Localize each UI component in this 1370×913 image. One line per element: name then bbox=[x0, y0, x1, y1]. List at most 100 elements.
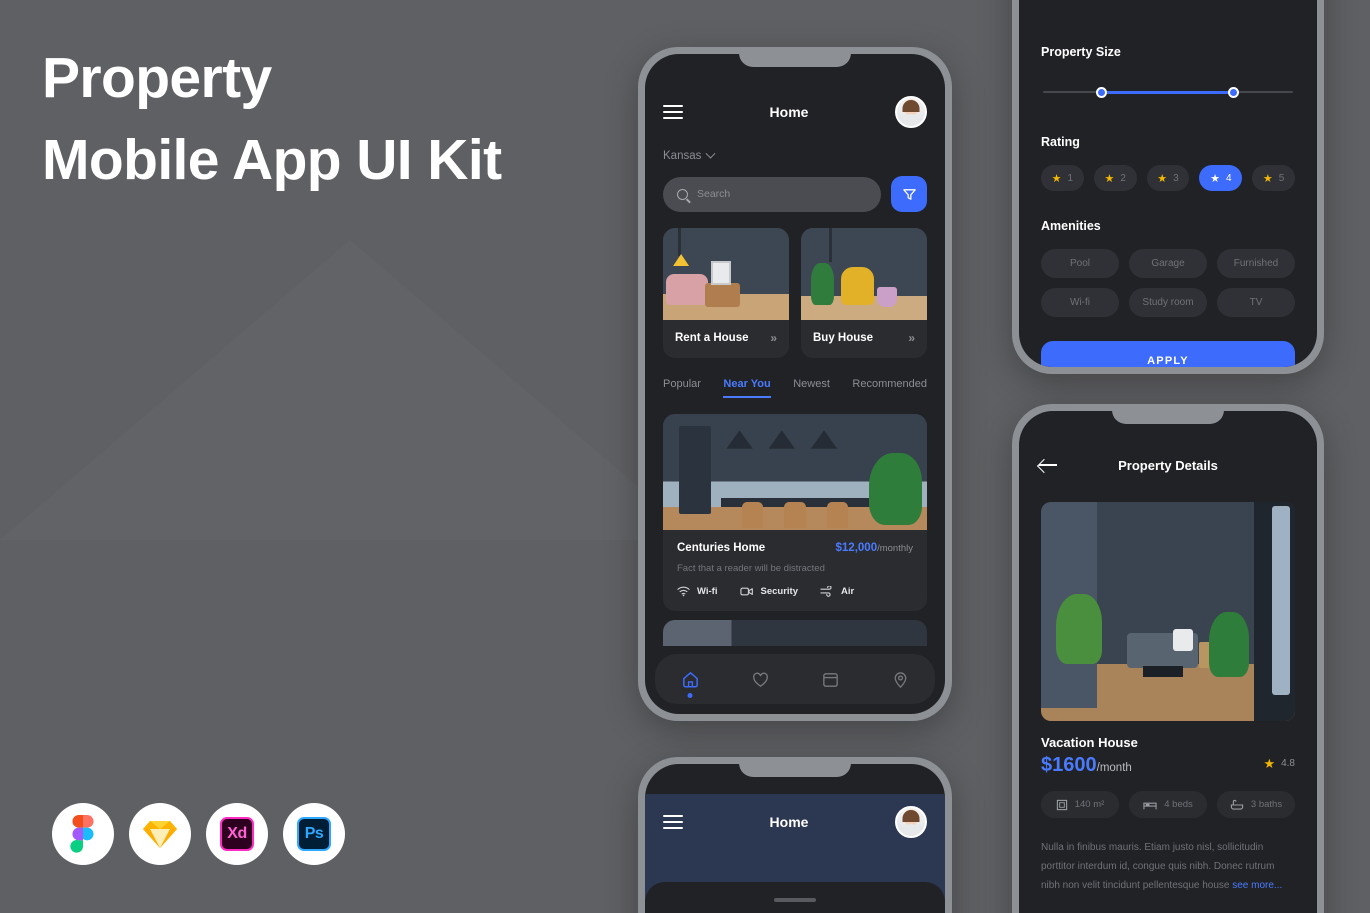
property-size-slider[interactable] bbox=[1043, 87, 1293, 98]
rating-value: 4 bbox=[1225, 172, 1232, 184]
apply-button[interactable]: APPLY bbox=[1041, 341, 1295, 367]
phone-filter-screen: Property Size Rating ★ 1 ★ 2 ★ 3 ★ 4 ★ 5… bbox=[1012, 0, 1324, 374]
rating-chip-3[interactable]: ★ 3 bbox=[1146, 165, 1190, 191]
spec-baths-label: 3 baths bbox=[1250, 799, 1283, 810]
property-price-value: $1600 bbox=[1041, 754, 1097, 776]
tab-popular[interactable]: Popular bbox=[663, 378, 701, 398]
home-appbar: Home bbox=[645, 84, 945, 140]
star-icon: ★ bbox=[1051, 172, 1062, 185]
chevron-right-icon: » bbox=[770, 331, 777, 345]
amenity-garage[interactable]: Garage bbox=[1129, 249, 1207, 278]
home-icon bbox=[682, 671, 698, 687]
details-screen: Property Details Vacation House $1600/mo… bbox=[1019, 411, 1317, 913]
slider-knob-max[interactable] bbox=[1228, 87, 1239, 98]
calendar-icon bbox=[822, 672, 838, 687]
category-cards: Rent a House » Buy House » bbox=[645, 212, 945, 358]
location-pin-icon bbox=[894, 671, 906, 688]
rent-label: Rent a House bbox=[675, 332, 749, 344]
property-name: Vacation House bbox=[1041, 735, 1138, 750]
star-icon: ★ bbox=[1263, 755, 1276, 771]
sort-title: Home bbox=[769, 814, 809, 830]
amenity-pool[interactable]: Pool bbox=[1041, 249, 1119, 278]
phone-notch bbox=[739, 757, 851, 777]
tab-recommended[interactable]: Recommended bbox=[852, 378, 927, 398]
user-avatar[interactable] bbox=[895, 96, 927, 128]
details-title: Property Details bbox=[1118, 457, 1218, 473]
chevron-down-icon bbox=[705, 148, 716, 159]
search-row: Search bbox=[645, 162, 945, 212]
amenity-furnished[interactable]: Furnished bbox=[1217, 249, 1295, 278]
sort-screen: Home Short By By price bbox=[645, 764, 945, 913]
phone-home-screen: Home Kansas Search Rent a House » Buy Ho… bbox=[638, 47, 952, 721]
property-description: Nulla in finibus mauris. Etiam justo nis… bbox=[1041, 838, 1295, 895]
listing-subtitle: Fact that a reader will be distracted bbox=[677, 563, 825, 574]
amenities-label: Amenities bbox=[1041, 219, 1101, 233]
area-icon bbox=[1056, 799, 1067, 810]
rating-value: 4.8 bbox=[1281, 758, 1295, 769]
poster-canvas: Property Mobile App UI Kit Xd Ps Home Ka… bbox=[0, 0, 1370, 913]
filter-tabs: Popular Near You Newest Recommended bbox=[645, 358, 945, 398]
listing-body: Centuries Home $12,000/monthly Fact that… bbox=[663, 530, 927, 611]
nav-home[interactable] bbox=[681, 670, 700, 698]
listing-card[interactable]: Centuries Home $12,000/monthly Fact that… bbox=[663, 414, 927, 611]
rating-label: Rating bbox=[1041, 135, 1080, 149]
category-card-buy[interactable]: Buy House » bbox=[801, 228, 927, 358]
filter-screen: Property Size Rating ★ 1 ★ 2 ★ 3 ★ 4 ★ 5… bbox=[1019, 0, 1317, 367]
property-rating: ★ 4.8 bbox=[1263, 756, 1295, 772]
star-icon: ★ bbox=[1210, 172, 1220, 185]
spec-baths[interactable]: 3 baths bbox=[1217, 791, 1295, 818]
property-price: $1600/month bbox=[1041, 754, 1132, 777]
rating-chip-1[interactable]: ★ 1 bbox=[1041, 165, 1084, 191]
search-placeholder: Search bbox=[697, 188, 731, 200]
slider-fill bbox=[1098, 91, 1231, 94]
amenities-grid: Pool Garage Furnished Wi-fi Study room T… bbox=[1041, 249, 1295, 317]
property-hero-photo bbox=[1041, 502, 1295, 721]
nav-favorites[interactable] bbox=[751, 670, 770, 689]
hamburger-icon[interactable] bbox=[663, 815, 683, 829]
room-photo-buy bbox=[801, 228, 927, 320]
details-appbar: Property Details bbox=[1019, 441, 1317, 489]
spec-area[interactable]: 140 m² bbox=[1041, 791, 1119, 818]
air-conditioner-icon bbox=[820, 586, 832, 597]
category-card-label: Buy House » bbox=[801, 320, 927, 358]
feature-wifi-label: Wi-fi bbox=[697, 586, 718, 597]
filter-panel: Property Size Rating ★ 1 ★ 2 ★ 3 ★ 4 ★ 5… bbox=[1019, 45, 1317, 367]
location-selector[interactable]: Kansas bbox=[663, 148, 927, 162]
listing-price: $12,000/monthly bbox=[836, 542, 913, 554]
tab-near-you[interactable]: Near You bbox=[723, 378, 771, 398]
chevron-right-icon: » bbox=[908, 331, 915, 345]
filter-button[interactable] bbox=[891, 176, 927, 212]
next-listing-preview bbox=[663, 620, 927, 646]
see-more-link[interactable]: see more... bbox=[1232, 880, 1282, 891]
nav-active-dot bbox=[687, 692, 693, 698]
rating-chip-5[interactable]: ★ 5 bbox=[1252, 165, 1295, 191]
bottom-navigation bbox=[655, 654, 935, 704]
user-avatar[interactable] bbox=[895, 806, 927, 838]
heart-icon bbox=[752, 672, 768, 687]
category-card-rent[interactable]: Rent a House » bbox=[663, 228, 789, 358]
tab-newest[interactable]: Newest bbox=[793, 378, 830, 398]
nav-map[interactable] bbox=[891, 670, 910, 689]
feature-air-label: Air bbox=[841, 586, 855, 597]
listing-title: Centuries Home bbox=[677, 542, 766, 554]
sheet-grabber[interactable] bbox=[774, 898, 816, 902]
home-screen: Home Kansas Search Rent a House » Buy Ho… bbox=[645, 54, 945, 714]
listing-features: Wi-fi Security Air bbox=[677, 586, 913, 597]
room-photo-rent bbox=[663, 228, 789, 320]
bed-icon bbox=[1143, 802, 1157, 809]
property-size-label: Property Size bbox=[1041, 45, 1121, 59]
page-title: Property Mobile App UI Kit bbox=[42, 38, 502, 201]
amenity-wifi[interactable]: Wi-fi bbox=[1041, 288, 1119, 317]
search-input[interactable]: Search bbox=[663, 176, 881, 212]
nav-bookings[interactable] bbox=[821, 670, 840, 689]
hamburger-icon[interactable] bbox=[663, 105, 683, 119]
roof-watermark bbox=[0, 240, 700, 660]
phone-notch bbox=[739, 47, 851, 67]
wifi-icon bbox=[677, 586, 690, 597]
amenity-study-room[interactable]: Study room bbox=[1129, 288, 1207, 317]
slider-knob-min[interactable] bbox=[1095, 87, 1107, 98]
spec-beds[interactable]: 4 beds bbox=[1129, 791, 1207, 818]
amenity-tv[interactable]: TV bbox=[1217, 288, 1295, 317]
rating-chip-2[interactable]: ★ 2 bbox=[1093, 165, 1137, 191]
rating-chip-4[interactable]: ★ 4 bbox=[1199, 165, 1243, 191]
